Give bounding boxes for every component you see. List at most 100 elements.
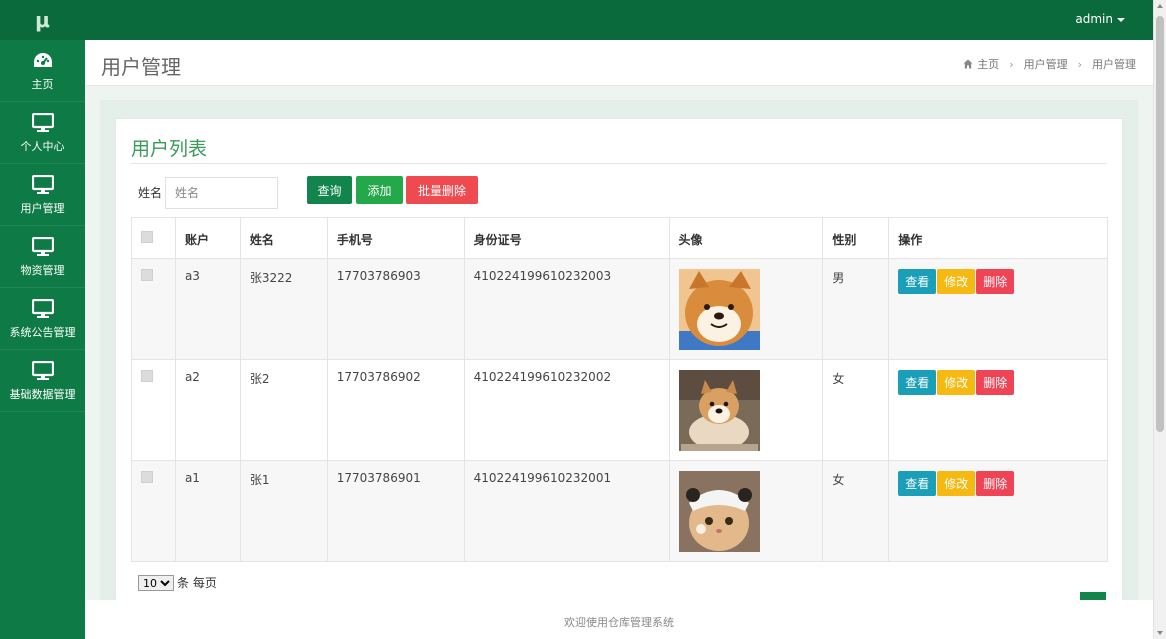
- add-button[interactable]: 添加: [356, 176, 403, 204]
- account-cell: a1: [174, 460, 241, 562]
- delete-button[interactable]: 删除: [976, 370, 1015, 395]
- sidebar-item-label: 基础数据管理: [9, 387, 76, 401]
- top-navbar: admin: [85, 0, 1153, 40]
- id-number-cell: 410224199610232003: [463, 258, 670, 360]
- avatar-cell: [668, 460, 824, 562]
- avatar-cell: [668, 258, 824, 360]
- table-row: a2 张2 17703786902 410224199610232002 女 查…: [131, 359, 1108, 461]
- select-all-cell: [131, 217, 176, 259]
- gender-cell: 男: [822, 258, 890, 360]
- vertical-scrollbar[interactable]: [1153, 0, 1166, 639]
- card-title: 用户列表: [131, 138, 208, 160]
- table-row: a1 张1 17703786901 410224199610232001 女 查…: [131, 460, 1108, 562]
- breadcrumb-item[interactable]: 用户管理: [1024, 56, 1068, 72]
- page-title: 用户管理: [101, 55, 181, 79]
- actions-cell: 查看 修改 删除: [888, 460, 1108, 562]
- edit-button[interactable]: 修改: [937, 269, 976, 294]
- gender-cell: 女: [822, 359, 890, 461]
- edit-button[interactable]: 修改: [937, 471, 976, 496]
- phone-cell: 17703786903: [326, 258, 465, 360]
- sidebar-item-basic-data[interactable]: 基础数据管理: [0, 350, 85, 412]
- scrollbar-thumb[interactable]: [1156, 16, 1164, 432]
- search-label: 姓名: [138, 186, 163, 200]
- sidebar-item-label: 系统公告管理: [9, 325, 76, 339]
- view-button[interactable]: 查看: [898, 370, 937, 395]
- name-cell: 张3222: [239, 258, 328, 360]
- sidebar-item-label: 个人中心: [20, 139, 65, 153]
- sidebar: μ 主页 个人中心 用户管理 物资管理 系统公告管理 基础数据管理: [0, 0, 85, 639]
- column-header[interactable]: 身份证号: [463, 217, 670, 259]
- avatar-image[interactable]: [678, 269, 760, 350]
- column-header: 头像: [668, 217, 824, 259]
- avatar-image[interactable]: [678, 370, 760, 451]
- actions-cell: 查看 修改 删除: [888, 359, 1108, 461]
- sidebar-item-supplies-management[interactable]: 物资管理: [0, 226, 85, 288]
- dashboard-icon: [32, 50, 54, 72]
- view-button[interactable]: 查看: [898, 269, 937, 294]
- sidebar-item-personal-center[interactable]: 个人中心: [0, 102, 85, 164]
- column-header: 操作: [888, 217, 1108, 259]
- edit-button[interactable]: 修改: [937, 370, 976, 395]
- sidebar-item-user-management[interactable]: 用户管理: [0, 164, 85, 226]
- select-all-checkbox[interactable]: [141, 231, 153, 243]
- id-number-cell: 410224199610232001: [463, 460, 670, 562]
- breadcrumb-home[interactable]: 主页: [963, 56, 999, 72]
- column-header[interactable]: 账户: [174, 217, 241, 259]
- monitor-icon: [31, 236, 54, 258]
- sidebar-item-label: 用户管理: [20, 201, 65, 215]
- breadcrumb-separator: ›: [1077, 57, 1082, 71]
- user-menu[interactable]: admin: [1075, 12, 1125, 26]
- footer: 欢迎使用仓库管理系统: [85, 600, 1153, 639]
- delete-button[interactable]: 删除: [976, 471, 1015, 496]
- name-cell: 张2: [239, 359, 328, 461]
- breadcrumb: 主页 › 用户管理 › 用户管理: [963, 56, 1136, 72]
- divider: [131, 163, 1107, 164]
- phone-cell: 17703786901: [326, 460, 465, 562]
- sidebar-item-announcements[interactable]: 系统公告管理: [0, 288, 85, 350]
- table-row: a3 张3222 17703786903 410224199610232003: [131, 258, 1108, 360]
- home-icon: [963, 59, 973, 69]
- user-list-card: 用户列表 姓名 查询 添加 批量删除 账户 姓名 手机号 身份证号 头像 性别 …: [115, 118, 1123, 610]
- scroll-down-arrow-icon[interactable]: [1157, 631, 1163, 635]
- row-checkbox[interactable]: [141, 471, 153, 483]
- scroll-up-arrow-icon[interactable]: [1157, 4, 1163, 8]
- gender-cell: 女: [822, 460, 890, 562]
- user-name: admin: [1075, 12, 1113, 26]
- breadcrumb-separator: ›: [1009, 57, 1014, 71]
- name-cell: 张1: [239, 460, 328, 562]
- account-cell: a3: [174, 258, 241, 360]
- page-size-select[interactable]: 10: [138, 574, 174, 591]
- actions-cell: 查看 修改 删除: [888, 258, 1108, 360]
- column-header[interactable]: 性别: [822, 217, 890, 259]
- page-size-suffix: 条 每页: [177, 576, 217, 590]
- table-header-row: 账户 姓名 手机号 身份证号 头像 性别 操作: [131, 217, 1108, 259]
- caret-down-icon: [1117, 17, 1125, 22]
- query-button[interactable]: 查询: [307, 176, 352, 204]
- account-cell: a2: [174, 359, 241, 461]
- column-header[interactable]: 手机号: [326, 217, 465, 259]
- view-button[interactable]: 查看: [898, 471, 937, 496]
- avatar-image[interactable]: [678, 471, 760, 552]
- sidebar-item-label: 物资管理: [20, 263, 65, 277]
- user-table: 账户 姓名 手机号 身份证号 头像 性别 操作 a3 张3222 1770378…: [131, 217, 1108, 562]
- sidebar-item-home[interactable]: 主页: [0, 40, 85, 102]
- sidebar-item-label: 主页: [31, 77, 54, 91]
- delete-button[interactable]: 删除: [976, 269, 1015, 294]
- breadcrumb-current: 用户管理: [1092, 58, 1136, 71]
- avatar-cell: [668, 359, 824, 461]
- back-to-top-button[interactable]: [1080, 592, 1106, 600]
- row-checkbox[interactable]: [141, 269, 153, 281]
- monitor-icon: [31, 298, 54, 320]
- row-checkbox[interactable]: [141, 370, 153, 382]
- monitor-icon: [31, 174, 54, 196]
- app-logo: μ: [0, 0, 85, 40]
- monitor-icon: [31, 360, 54, 382]
- batch-delete-button[interactable]: 批量删除: [406, 176, 478, 204]
- monitor-icon: [31, 112, 54, 134]
- id-number-cell: 410224199610232002: [463, 359, 670, 461]
- phone-cell: 17703786902: [326, 359, 465, 461]
- footer-text: 欢迎使用仓库管理系统: [564, 616, 674, 629]
- name-search-input[interactable]: [165, 177, 278, 209]
- page-header: 用户管理 主页 › 用户管理 › 用户管理: [85, 40, 1153, 86]
- column-header[interactable]: 姓名: [239, 217, 328, 259]
